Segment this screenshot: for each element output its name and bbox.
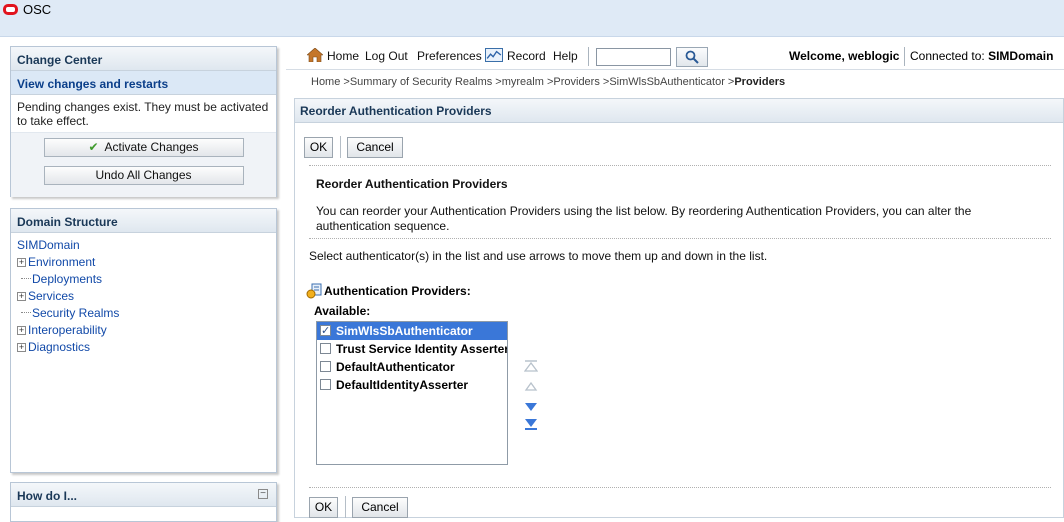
domain-structure-title: Domain Structure — [11, 209, 276, 233]
tree-link[interactable]: Environment — [28, 255, 95, 269]
providers-listbox[interactable]: SimWlsSbAuthenticator Trust Service Ident… — [316, 321, 508, 465]
reorder-panel-title: Reorder Authentication Providers — [295, 99, 1063, 123]
cancel-button-top[interactable]: Cancel — [347, 137, 403, 158]
expand-icon[interactable]: + — [17, 326, 26, 335]
divider — [309, 165, 1051, 166]
divider — [309, 238, 1051, 239]
provider-checkbox[interactable] — [320, 322, 331, 340]
connected-domain: SIMDomain — [988, 49, 1054, 63]
breadcrumb-current: Providers — [734, 76, 786, 88]
search-input[interactable] — [596, 48, 671, 66]
nav-help-link[interactable]: Help — [553, 49, 578, 63]
move-up-icon[interactable] — [524, 380, 538, 392]
tree-connector — [21, 312, 31, 313]
tree-item: + Interoperability — [17, 322, 276, 339]
app-title: OSC — [23, 2, 52, 17]
tree-link[interactable]: Services — [28, 289, 74, 303]
provider-checkbox[interactable] — [320, 361, 331, 372]
tree-item: Deployments — [17, 271, 276, 288]
tree-item: + Environment — [17, 254, 276, 271]
provider-name: DefaultIdentityAsserter — [336, 378, 469, 392]
how-do-i-title: How do I... − — [11, 483, 276, 507]
pending-changes-message: Pending changes exist. They must be acti… — [11, 95, 276, 132]
breadcrumb[interactable]: Home >Summary of Security Realms >myreal… — [311, 76, 785, 88]
tree-link[interactable]: Deployments — [32, 272, 102, 286]
welcome-text: Welcome, weblogic — [789, 49, 900, 63]
divider — [309, 487, 1051, 488]
nav-divider — [588, 47, 589, 66]
tree-link[interactable]: Diagnostics — [28, 340, 90, 354]
expand-icon[interactable]: + — [17, 292, 26, 301]
undo-all-changes-button[interactable]: Undo All Changes — [43, 166, 244, 185]
domain-tree: SIMDomain + Environment Deployments + Servic… — [11, 233, 276, 356]
nav-logout-link[interactable]: Log Out — [365, 49, 408, 63]
provider-option[interactable]: DefaultAuthenticator — [317, 358, 507, 376]
collapse-icon[interactable]: − — [258, 489, 268, 499]
provider-option[interactable]: Trust Service Identity Asserter — [317, 340, 507, 358]
record-icon[interactable] — [485, 48, 503, 62]
connected-to-text: Connected to: SIMDomain — [910, 49, 1054, 63]
search-button[interactable] — [676, 47, 708, 67]
provider-name: SimWlsSbAuthenticator — [336, 324, 473, 338]
home-icon[interactable] — [307, 48, 323, 62]
domain-structure-panel: Domain Structure SIMDomain + Environment D… — [10, 208, 277, 473]
nav-preferences-link[interactable]: Preferences — [417, 49, 482, 63]
tree-item: Security Realms — [17, 305, 276, 322]
available-label: Available: — [314, 304, 371, 318]
provider-name: Trust Service Identity Asserter — [336, 342, 507, 356]
provider-option[interactable]: DefaultIdentityAsserter — [317, 376, 507, 394]
top-banner: OSC — [0, 0, 1064, 37]
change-center-actions: ✔ Activate Changes Undo All Changes — [11, 132, 276, 197]
tree-item: + Diagnostics — [17, 339, 276, 356]
instruction-text: Select authenticator(s) in the list and … — [309, 249, 768, 263]
move-down-icon[interactable] — [524, 401, 538, 413]
tree-link[interactable]: Interoperability — [28, 323, 107, 337]
expand-icon[interactable]: + — [17, 258, 26, 267]
section-title: Reorder Authentication Providers — [316, 177, 508, 191]
expand-icon[interactable]: + — [17, 343, 26, 352]
provider-checkbox[interactable] — [320, 379, 331, 390]
view-changes-link[interactable]: View changes and restarts — [11, 71, 276, 95]
change-center-panel: Change Center View changes and restarts … — [10, 46, 277, 197]
tree-root-simdomain[interactable]: SIMDomain — [17, 238, 80, 252]
move-to-top-icon[interactable] — [524, 360, 538, 372]
providers-label: Authentication Providers: — [324, 284, 471, 298]
nav-home-link[interactable]: Home — [327, 49, 359, 63]
button-divider — [340, 136, 341, 158]
activate-changes-button[interactable]: ✔ Activate Changes — [43, 138, 244, 157]
provider-checkbox[interactable] — [320, 343, 331, 354]
nav-record-link[interactable]: Record — [507, 49, 546, 63]
provider-option[interactable]: SimWlsSbAuthenticator — [317, 322, 507, 340]
move-to-bottom-icon[interactable] — [524, 418, 538, 430]
provider-name: DefaultAuthenticator — [336, 360, 455, 374]
reorder-panel: Reorder Authentication Providers OK Canc… — [294, 98, 1064, 518]
top-nav: Home Log Out Preferences Record Help Wel… — [286, 43, 1064, 70]
how-do-i-panel: How do I... − — [10, 482, 277, 522]
change-center-title: Change Center — [11, 47, 276, 71]
tree-connector — [21, 278, 31, 279]
nav-divider-2 — [904, 47, 905, 66]
checkmark-icon: ✔ — [88, 140, 99, 154]
tree-item: + Services — [17, 288, 276, 305]
providers-icon — [306, 283, 322, 299]
ok-button-top[interactable]: OK — [304, 137, 333, 158]
oracle-logo-icon — [3, 4, 18, 15]
search-icon — [685, 50, 699, 64]
section-description: You can reorder your Authentication Prov… — [316, 204, 972, 233]
tree-link[interactable]: Security Realms — [32, 306, 119, 320]
